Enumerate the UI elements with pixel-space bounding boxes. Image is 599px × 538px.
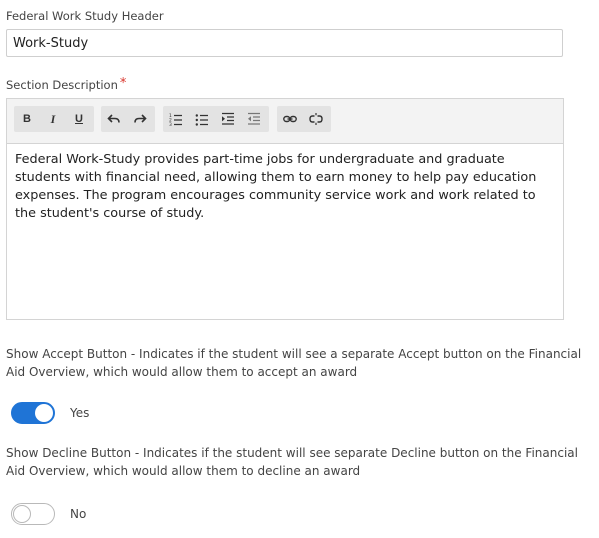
unlink-button[interactable] <box>303 106 329 132</box>
underline-icon: U <box>75 112 83 125</box>
link-group <box>277 106 331 132</box>
editor-content[interactable]: Federal Work-Study provides part-time jo… <box>15 151 555 223</box>
indent-icon <box>222 112 234 125</box>
svg-text:3: 3 <box>169 122 172 126</box>
decline-button-toggle[interactable] <box>11 503 55 525</box>
required-marker: * <box>119 76 127 91</box>
redo-button[interactable] <box>127 106 153 132</box>
decline-setting-description: Show Decline Button - Indicates if the s… <box>6 446 578 478</box>
link-icon <box>283 115 297 123</box>
italic-button[interactable]: I <box>40 106 66 132</box>
ordered-list-button[interactable]: 123 <box>163 106 189 132</box>
accept-setting-description: Show Accept Button - Indicates if the st… <box>6 347 582 379</box>
toggle-knob <box>13 505 31 523</box>
unordered-list-icon <box>195 114 208 126</box>
redo-icon <box>134 114 147 123</box>
accept-button-toggle[interactable] <box>11 402 55 424</box>
link-button[interactable] <box>277 106 303 132</box>
toggle-knob <box>35 404 53 422</box>
underline-button[interactable]: U <box>66 106 92 132</box>
accept-toggle-label: Yes <box>70 406 90 420</box>
bold-icon: B <box>23 112 31 125</box>
header-input[interactable] <box>6 29 563 57</box>
editor-toolbar: B I U 123 <box>7 99 563 144</box>
bold-button[interactable]: B <box>14 106 40 132</box>
ordered-list-icon: 123 <box>169 113 182 126</box>
history-group <box>101 106 155 132</box>
unordered-list-button[interactable] <box>189 106 215 132</box>
italic-icon: I <box>50 112 56 126</box>
outdent-button[interactable] <box>241 106 267 132</box>
undo-icon <box>107 114 120 123</box>
decline-toggle-label: No <box>70 507 87 521</box>
format-group: B I U <box>14 106 94 132</box>
section-description-label-text: Section Description <box>6 78 118 92</box>
header-field-label: Federal Work Study Header <box>6 9 164 23</box>
undo-button[interactable] <box>101 106 127 132</box>
unlink-icon <box>309 113 323 125</box>
list-group: 123 <box>163 106 269 132</box>
indent-button[interactable] <box>215 106 241 132</box>
section-description-label: Section Description * <box>6 76 127 92</box>
outdent-icon <box>248 112 260 125</box>
rich-text-editor[interactable]: B I U 123 Federal Work-Study provides pa… <box>6 98 564 320</box>
